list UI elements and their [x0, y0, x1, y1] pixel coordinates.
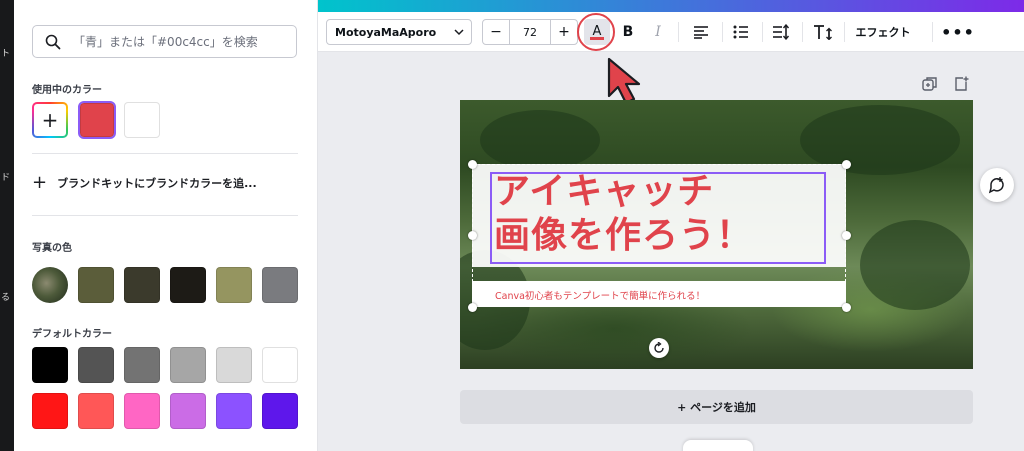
search-icon	[45, 34, 61, 49]
rotate-handle[interactable]	[649, 338, 669, 358]
rail-label-1[interactable]: ト	[1, 46, 10, 59]
divider	[32, 153, 298, 154]
default-color-swatch-row1-4[interactable]	[170, 347, 206, 383]
rail-label-3[interactable]: る	[1, 290, 10, 303]
text-size-button[interactable]	[810, 19, 836, 45]
brand-color-label: ブランドキットにブランドカラーを追...	[57, 177, 257, 190]
default-color-swatch-row1-5[interactable]	[216, 347, 252, 383]
default-color-swatch-row2-2[interactable]	[78, 393, 114, 429]
font-size-stepper: − 72 +	[482, 19, 578, 45]
text-toolbar: MotoyaMaAporo − 72 + A B I エフェクト •••	[318, 12, 1024, 52]
more-options-button[interactable]: •••	[941, 19, 974, 45]
resize-handle[interactable]	[842, 303, 851, 312]
title-line-1: アイキャッチ	[494, 171, 715, 212]
divider	[32, 215, 298, 216]
text-resize-icon	[814, 25, 832, 40]
color-search-box[interactable]: 「青」または「#00c4cc」を検索	[32, 25, 297, 58]
default-color-swatch-row1-6[interactable]	[262, 347, 298, 383]
resize-handle[interactable]	[468, 303, 477, 312]
font-size-input[interactable]: 72	[509, 20, 551, 44]
resize-handle[interactable]	[468, 231, 477, 240]
italic-button[interactable]: I	[646, 19, 670, 45]
line-spacing-icon	[773, 24, 790, 40]
bold-button[interactable]: B	[616, 19, 640, 45]
line-spacing-button[interactable]	[768, 19, 794, 45]
foliage	[480, 110, 600, 170]
left-rail: ト ド る	[0, 0, 14, 451]
resize-handle[interactable]	[468, 160, 477, 169]
photo-color-swatch-5[interactable]	[262, 267, 298, 303]
comment-icon	[988, 177, 1004, 194]
toolbar-separator	[844, 22, 845, 42]
photo-color-swatch-1[interactable]	[78, 267, 114, 303]
resize-handle[interactable]	[842, 160, 851, 169]
default-colors-label: デフォルトカラー	[32, 329, 112, 340]
chevron-down-icon	[454, 29, 464, 36]
color-panel: 「青」または「#00c4cc」を検索 使用中のカラー + + ブランドキットにブ…	[14, 0, 318, 451]
page-navigator-tab[interactable]	[683, 440, 753, 451]
header-strip	[318, 0, 1024, 12]
in-use-swatch-white[interactable]	[124, 102, 160, 138]
add-page-button[interactable]: + ページを追加	[460, 390, 973, 424]
default-color-swatch-row2-6[interactable]	[262, 393, 298, 429]
default-color-swatch-row2-1[interactable]	[32, 393, 68, 429]
search-placeholder[interactable]: 「青」または「#00c4cc」を検索	[73, 33, 258, 50]
toolbar-separator	[722, 22, 723, 42]
toolbar-separator	[762, 22, 763, 42]
pointer-arrow-icon	[607, 57, 641, 105]
photo-color-swatch-4[interactable]	[216, 267, 252, 303]
bullet-list-button[interactable]	[728, 19, 754, 45]
title-line-2: 画像を作ろう！	[494, 215, 754, 256]
add-color-button[interactable]: +	[32, 102, 68, 138]
in-use-colors-label: 使用中のカラー	[32, 85, 102, 96]
rail-label-2[interactable]: ド	[1, 170, 10, 183]
foliage	[860, 220, 970, 310]
photo-color-swatch-2[interactable]	[124, 267, 160, 303]
annotation-circle	[577, 13, 615, 51]
default-color-swatch-row1-1[interactable]	[32, 347, 68, 383]
effects-button[interactable]: エフェクト	[848, 19, 918, 45]
toolbar-separator	[932, 22, 933, 42]
default-color-swatch-row2-5[interactable]	[216, 393, 252, 429]
add-brand-color-button[interactable]: + ブランドキットにブランドカラーを追...	[32, 174, 257, 192]
default-color-swatch-row2-3[interactable]	[124, 393, 160, 429]
add-page-icon[interactable]	[953, 76, 969, 92]
default-color-swatch-row2-4[interactable]	[170, 393, 206, 429]
default-color-swatch-row1-3[interactable]	[124, 347, 160, 383]
default-color-swatch-row1-2[interactable]	[78, 347, 114, 383]
toolbar-separator	[802, 22, 803, 42]
font-family-dropdown[interactable]: MotoyaMaAporo	[326, 19, 472, 45]
increase-font-size-button[interactable]: +	[551, 20, 577, 44]
duplicate-page-icon[interactable]	[922, 76, 938, 92]
photo-colors-label: 写真の色	[32, 243, 72, 254]
decrease-font-size-button[interactable]: −	[483, 20, 509, 44]
plus-icon: +	[32, 172, 48, 193]
in-use-swatch-red[interactable]	[80, 103, 114, 137]
toolbar-separator	[678, 22, 679, 42]
plus-icon: +	[34, 104, 66, 136]
photo-thumbnail[interactable]	[32, 267, 68, 303]
rotate-icon	[654, 342, 664, 353]
bullet-list-icon	[733, 25, 748, 39]
align-left-button[interactable]	[688, 19, 714, 45]
subtitle-text[interactable]: Canva初心者もテンプレートで簡単に作られる！	[495, 288, 705, 302]
font-family-value: MotoyaMaAporo	[335, 25, 437, 39]
photo-color-swatch-3[interactable]	[170, 267, 206, 303]
resize-handle[interactable]	[842, 231, 851, 240]
title-text[interactable]: アイキャッチ 画像を作ろう！	[494, 170, 753, 258]
add-comment-button[interactable]	[980, 168, 1014, 202]
align-left-icon	[694, 26, 708, 39]
